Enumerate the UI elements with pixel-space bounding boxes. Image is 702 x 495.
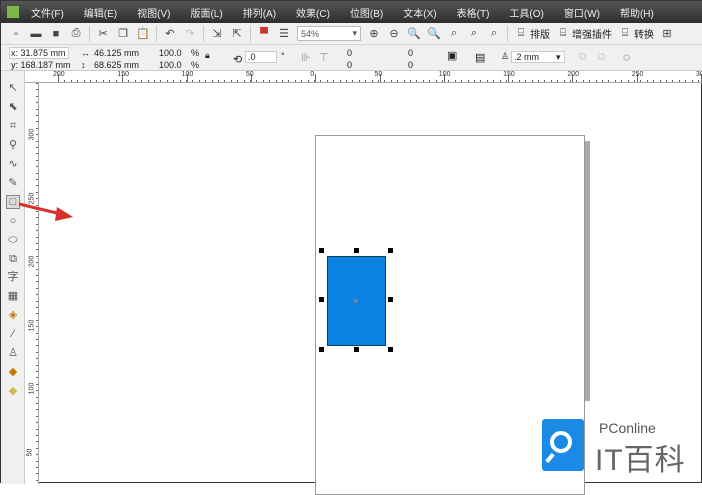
watermark-name: IT百科 [595, 444, 686, 477]
watermark-brand: PConline [599, 420, 656, 436]
red-arrow-annotation [18, 202, 73, 221]
watermark-logo-icon [542, 419, 584, 471]
